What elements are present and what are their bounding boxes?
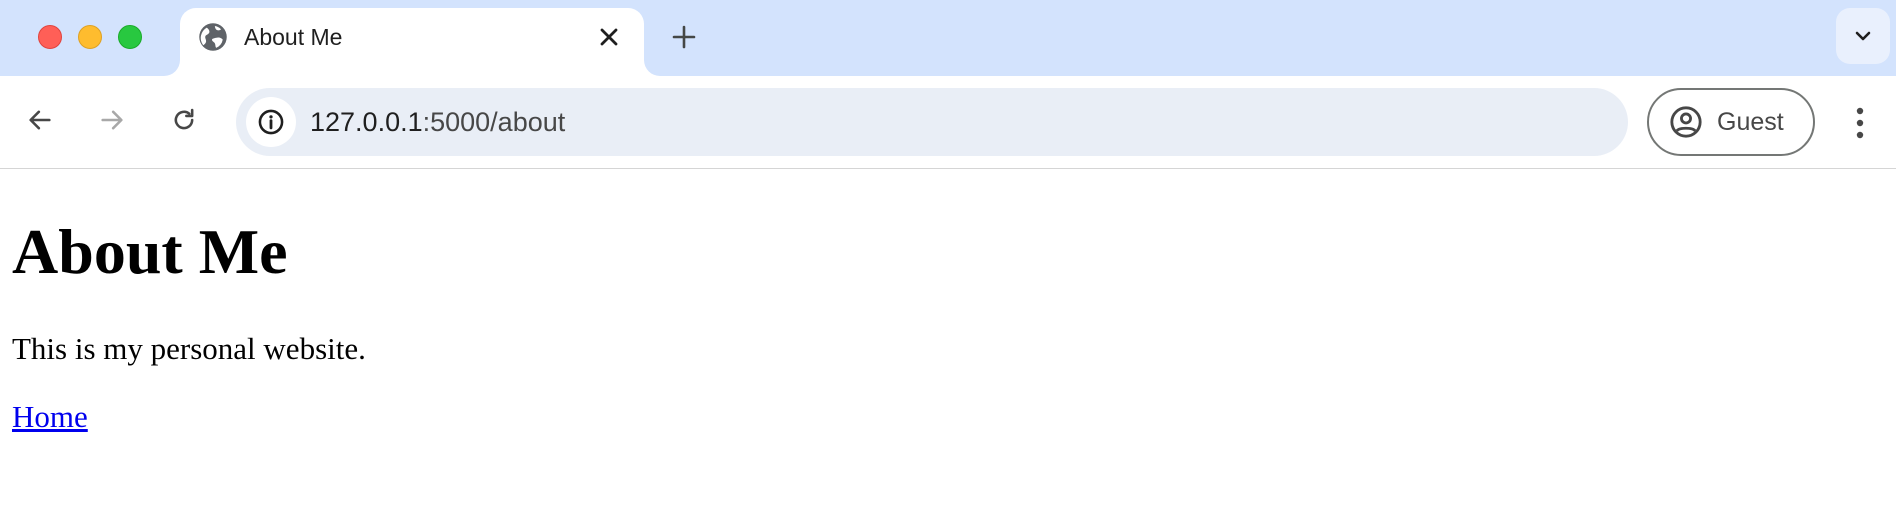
reload-icon (174, 108, 194, 130)
tab-title: About Me (244, 24, 343, 50)
reload-button[interactable] (162, 98, 206, 142)
page-content: About Me This is my personal website. Ho… (0, 170, 1896, 526)
home-link[interactable]: Home (12, 398, 88, 436)
url-text[interactable]: 127.0.0.1:5000/about (310, 105, 565, 139)
page-heading: About Me (12, 216, 288, 287)
back-button[interactable] (18, 98, 62, 142)
site-info-button[interactable] (246, 97, 296, 147)
profile-label: Guest (1717, 107, 1784, 136)
account-circle-icon (1670, 106, 1702, 138)
arrow-left-icon (29, 110, 51, 130)
address-bar[interactable]: 127.0.0.1:5000/about (236, 88, 1628, 156)
page-description: This is my personal website. (12, 331, 366, 366)
new-tab-button[interactable] (664, 17, 704, 57)
window-minimize-button[interactable] (78, 25, 102, 49)
tab-about-me[interactable]: About Me (180, 8, 644, 76)
chevron-down-icon (1855, 31, 1871, 41)
window-close-button[interactable] (38, 25, 62, 49)
window-maximize-button[interactable] (118, 25, 142, 49)
globe-icon (198, 22, 228, 52)
info-icon (258, 109, 284, 135)
tab-search-button[interactable] (1836, 8, 1890, 64)
browser-menu-button[interactable] (1840, 98, 1880, 148)
plus-icon (672, 25, 696, 49)
kebab-menu-icon (1856, 107, 1864, 139)
close-icon (600, 28, 618, 46)
url-host: 127.0.0.1 (310, 107, 423, 137)
browser-toolbar: 127.0.0.1:5000/about Guest (0, 76, 1896, 169)
url-path: :5000/about (422, 107, 566, 137)
arrow-right-icon (101, 110, 123, 130)
tab-close-button[interactable] (592, 20, 626, 54)
tab-strip: About Me (0, 0, 1896, 76)
profile-button[interactable]: Guest (1647, 88, 1815, 156)
forward-button[interactable] (90, 98, 134, 142)
